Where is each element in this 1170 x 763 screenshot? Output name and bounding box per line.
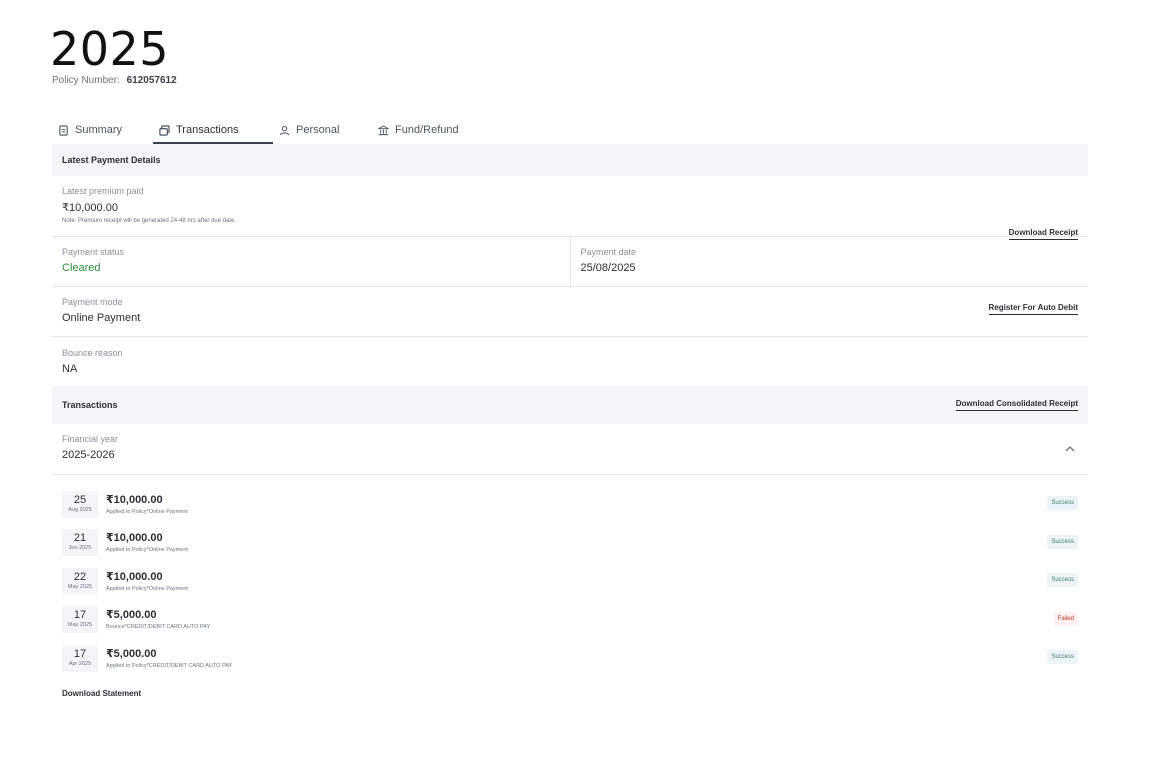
payment-status-cell: Payment status Cleared xyxy=(52,237,570,286)
transaction-date: 25 Aug 2025 xyxy=(62,490,98,518)
financial-year-row[interactable]: Financial year 2025-2026 xyxy=(52,424,1088,475)
transaction-row[interactable]: 21 Jun 2025 ₹10,000.00 Applied to Policy… xyxy=(52,524,1088,563)
tab-fund-refund[interactable]: Fund/Refund xyxy=(372,116,482,144)
transaction-month: May 2025 xyxy=(67,622,93,629)
bounce-reason-label: Bounce reason xyxy=(62,348,123,358)
transaction-row[interactable]: 25 Aug 2025 ₹10,000.00 Applied to Policy… xyxy=(52,485,1088,524)
download-consolidated-receipt-link[interactable]: Download Consolidated Receipt xyxy=(955,399,1078,411)
transaction-month: Jun 2025 xyxy=(68,545,92,552)
page-title: 2025 xyxy=(50,22,170,76)
transaction-row[interactable]: 17 Apr 2025 ₹5,000.00 Applied to Policy*… xyxy=(52,639,1088,678)
transaction-amount: ₹10,000.00 xyxy=(106,570,163,583)
tab-personal[interactable]: Personal xyxy=(273,116,372,144)
transactions-header: Transactions Download Consolidated Recei… xyxy=(52,386,1088,424)
transaction-day: 17 xyxy=(73,647,87,660)
payment-date-value: 25/08/2025 xyxy=(580,262,636,274)
premium-note: Note: Premium receipt will be generated … xyxy=(62,218,237,224)
latest-premium-row: Latest premium paid ₹10,000.00 Note: Pre… xyxy=(52,176,1088,240)
bank-icon xyxy=(378,124,389,135)
payment-date-label: Payment date xyxy=(580,247,637,257)
transaction-description: Applied to Policy*Online Payment xyxy=(106,585,188,592)
tab-transactions[interactable]: Transactions xyxy=(153,116,273,144)
transaction-date: 17 May 2025 xyxy=(62,606,98,634)
transaction-amount: ₹10,000.00 xyxy=(106,532,163,545)
cards-icon xyxy=(159,124,170,136)
payment-status-value: Cleared xyxy=(62,262,101,274)
transaction-amount: ₹10,000.00 xyxy=(106,493,163,506)
transaction-amount: ₹5,000.00 xyxy=(106,647,157,660)
payment-status-label: Payment status xyxy=(62,247,125,257)
status-badge: Success xyxy=(1047,573,1078,587)
bounce-reason-value: NA xyxy=(62,363,78,375)
transaction-day: 21 xyxy=(73,532,87,545)
transaction-month: Apr 2025 xyxy=(68,660,92,667)
transaction-description: Applied to Policy*Online Payment xyxy=(106,508,188,515)
payment-mode-value: Online Payment xyxy=(62,312,141,324)
tab-summary[interactable]: Summary xyxy=(52,116,153,144)
transaction-row[interactable]: 17 May 2025 ₹5,000.00 Bounce*CREDIT/DEBI… xyxy=(52,601,1088,640)
policy-number-label: Policy Number: xyxy=(52,75,120,86)
tab-bar: Summary Transactions Personal Fund/Refun… xyxy=(52,116,482,144)
policy-number-value: 612057612 xyxy=(126,75,177,86)
transaction-info: ₹10,000.00 Applied to Policy*Online Paym… xyxy=(106,532,188,553)
transactions-panel: Latest Payment Details Latest premium pa… xyxy=(52,144,1088,678)
transaction-description: Applied to Policy*CREDIT/DEBIT CARD AUTO… xyxy=(106,662,233,669)
transaction-day: 25 xyxy=(73,493,87,506)
transaction-info: ₹10,000.00 Applied to Policy*Online Paym… xyxy=(106,494,188,515)
transaction-amount: ₹5,000.00 xyxy=(106,609,157,622)
register-auto-debit-link[interactable]: Register For Auto Debit xyxy=(988,303,1078,315)
payment-date-cell: Payment date 25/08/2025 xyxy=(569,237,1089,286)
transaction-date: 21 Jun 2025 xyxy=(62,529,98,557)
payment-mode-row: Payment mode Online Payment Register For… xyxy=(52,287,1088,337)
transaction-day: 17 xyxy=(73,609,87,622)
tab-fund-refund-label: Fund/Refund xyxy=(395,124,459,136)
status-badge: Failed xyxy=(1053,611,1078,626)
document-icon xyxy=(59,124,68,136)
transaction-info: ₹5,000.00 Bounce*CREDIT/DEBIT CARD AUTO … xyxy=(106,609,210,630)
transaction-row[interactable]: 22 May 2025 ₹10,000.00 Applied to Policy… xyxy=(52,562,1088,601)
transaction-month: May 2025 xyxy=(67,583,93,590)
transaction-month: Aug 2025 xyxy=(68,506,92,513)
status-badge: Success xyxy=(1047,534,1078,549)
status-badge: Success xyxy=(1047,496,1078,510)
transaction-description: Bounce*CREDIT/DEBIT CARD AUTO PAY xyxy=(106,624,211,631)
bounce-reason-row: Bounce reason NA xyxy=(52,337,1088,386)
person-icon xyxy=(279,125,290,135)
transaction-info: ₹5,000.00 Applied to Policy*CREDIT/DEBIT… xyxy=(106,648,232,669)
tab-personal-label: Personal xyxy=(296,124,340,136)
policy-number-line: Policy Number: 612057612 xyxy=(52,75,177,86)
transactions-heading: Transactions xyxy=(62,400,118,410)
tab-summary-label: Summary xyxy=(75,124,123,136)
download-statement-link[interactable]: Download Statement xyxy=(62,689,141,698)
latest-premium-label: Latest premium paid xyxy=(62,186,144,196)
status-badge: Success xyxy=(1047,650,1078,664)
transaction-list: 25 Aug 2025 ₹10,000.00 Applied to Policy… xyxy=(52,475,1088,678)
latest-payment-header: Latest Payment Details xyxy=(52,144,1088,176)
financial-year-value: 2025-2026 xyxy=(62,449,115,461)
chevron-up-icon[interactable] xyxy=(1064,443,1076,455)
transaction-info: ₹10,000.00 Applied to Policy*Online Paym… xyxy=(106,571,188,592)
financial-year-label: Financial year xyxy=(62,434,119,444)
transaction-description: Applied to Policy*Online Payment xyxy=(106,547,188,554)
transaction-date: 22 May 2025 xyxy=(62,567,98,595)
tab-transactions-label: Transactions xyxy=(176,124,239,136)
payment-status-date-row: Payment status Cleared Payment date 25/0… xyxy=(52,237,1088,287)
transaction-date: 17 Apr 2025 xyxy=(62,644,98,672)
latest-premium-value: ₹10,000.00 xyxy=(62,202,118,214)
payment-mode-label: Payment mode xyxy=(62,297,123,307)
transaction-day: 22 xyxy=(73,570,87,583)
